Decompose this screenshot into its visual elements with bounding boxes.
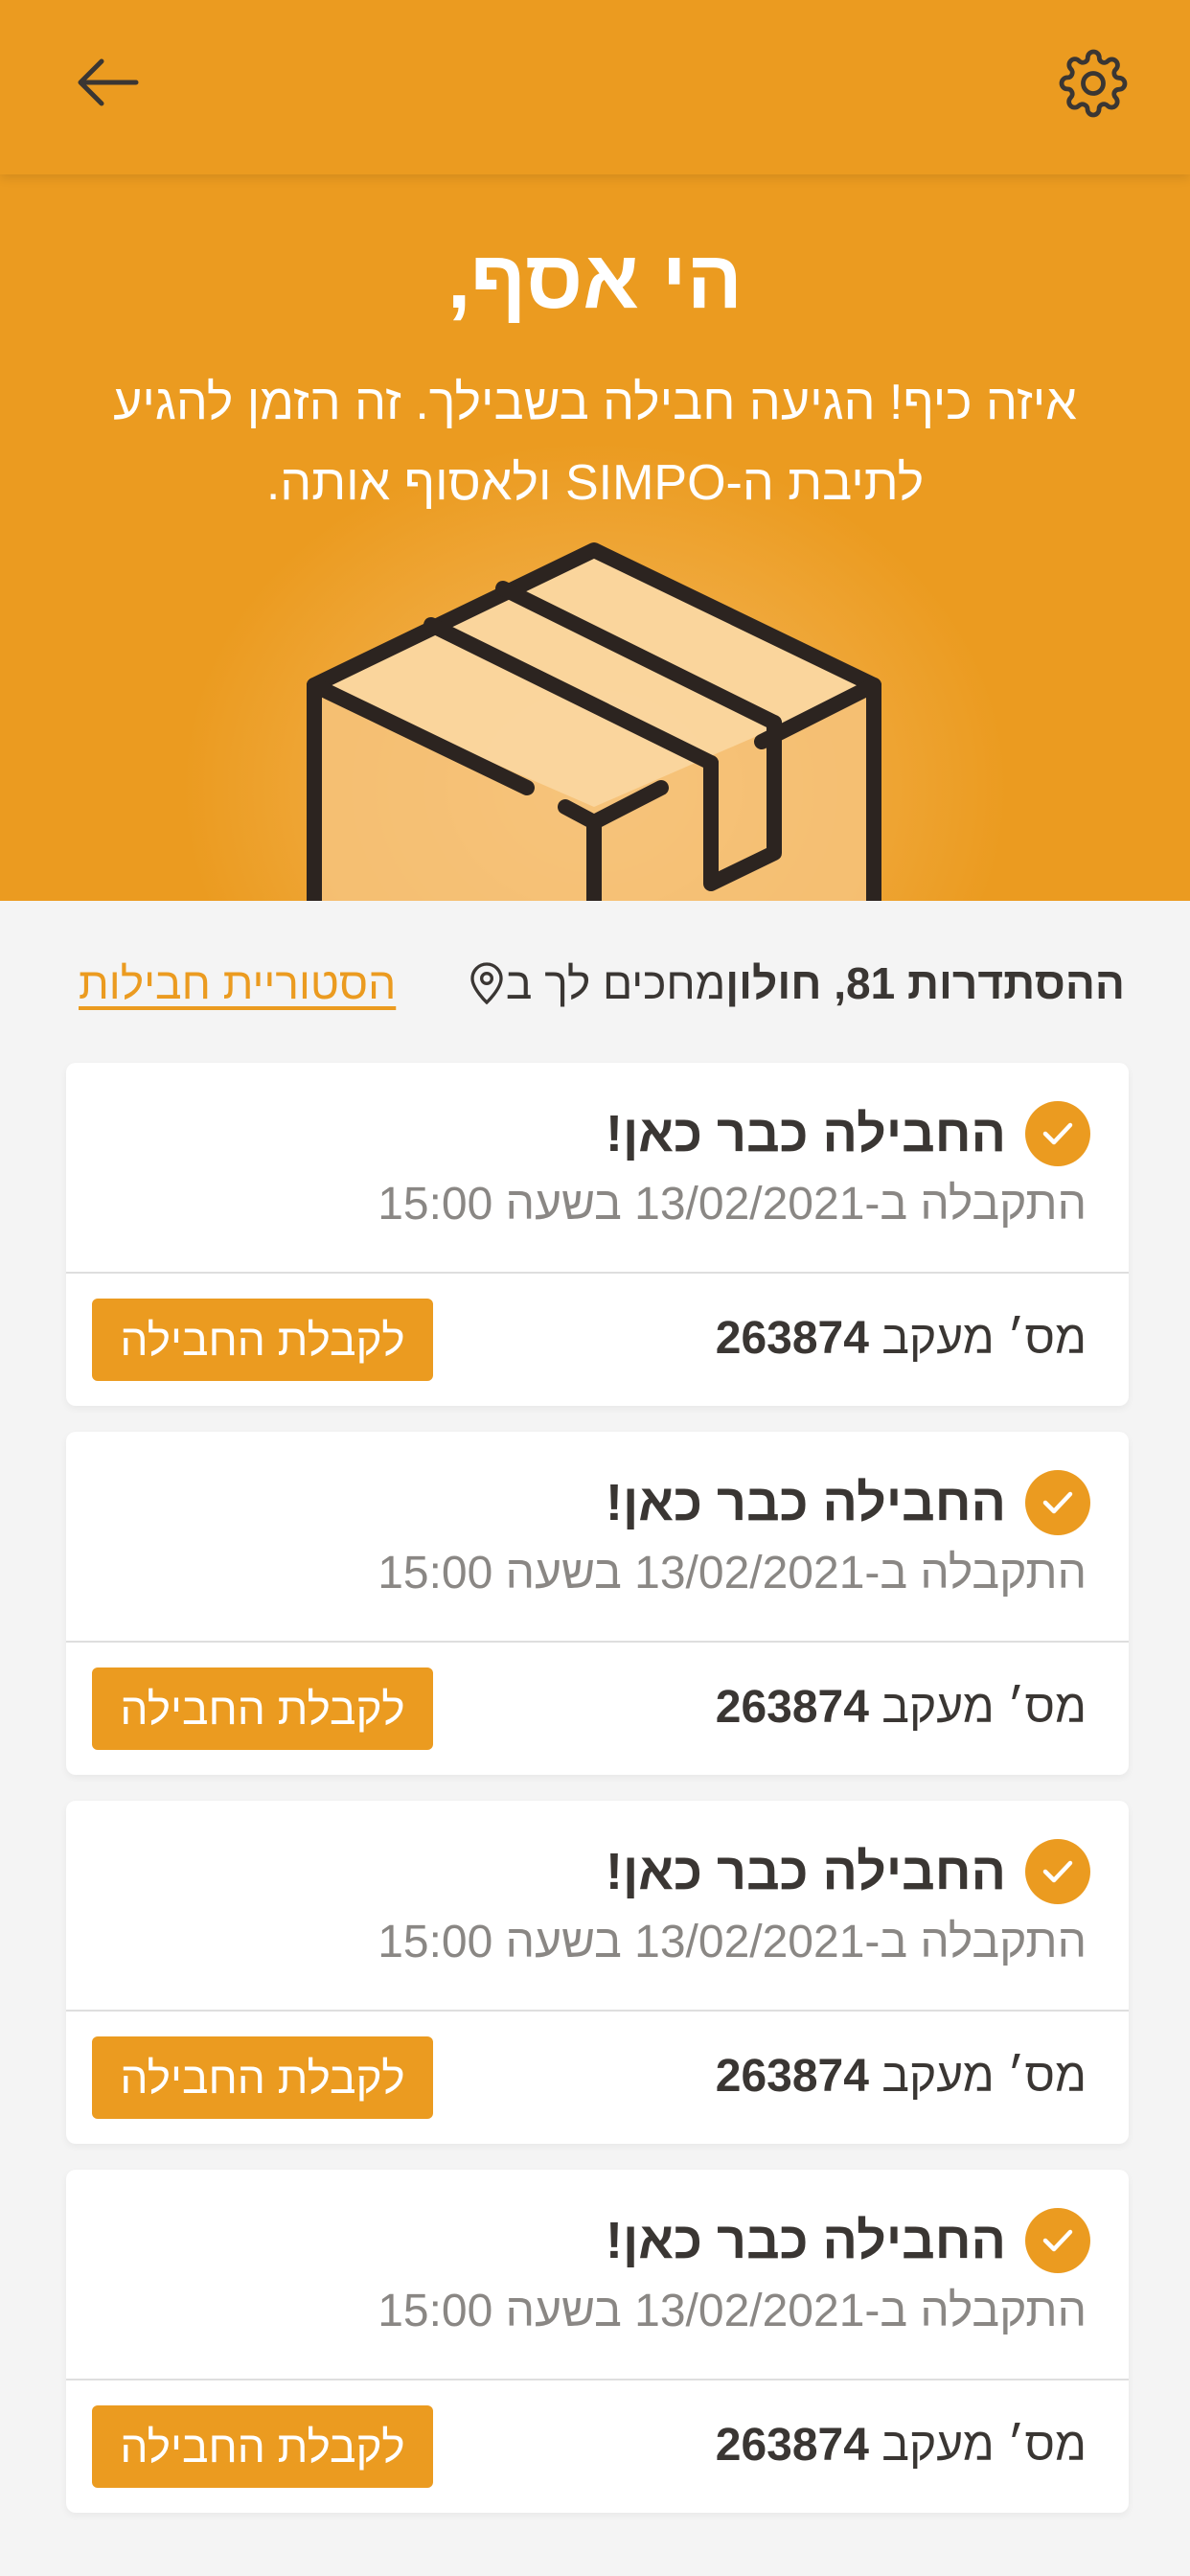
pickup-location: מחכים לך ב ההסתדרות 81, חולון bbox=[456, 949, 1125, 1018]
check-icon bbox=[1025, 2208, 1090, 2273]
tracking-value: 263874 bbox=[715, 1682, 869, 1733]
tracking-number: מס׳ מעקב 263874 bbox=[716, 1673, 1087, 1742]
location-pin-icon bbox=[468, 960, 506, 1006]
tracking-value: 263874 bbox=[715, 2420, 869, 2471]
location-row: מחכים לך ב ההסתדרות 81, חולון הסטוריית חב… bbox=[0, 949, 1190, 1018]
hero-banner: הי אסף, איזה כיף! הגיעה חבילה בשבילך. זה… bbox=[0, 174, 1190, 901]
package-box-icon bbox=[307, 542, 881, 901]
location-prefix: מחכים לך ב bbox=[505, 958, 726, 1008]
tracking-value: 263874 bbox=[715, 1313, 869, 1364]
tracking-number: מס׳ מעקב 263874 bbox=[716, 1304, 1087, 1373]
tracking-label: מס׳ מעקב bbox=[881, 1682, 1087, 1733]
package-card: החבילה כבר כאן! התקבלה ב-13/02/2021 בשעה… bbox=[66, 1801, 1129, 2144]
gear-icon bbox=[1059, 49, 1128, 118]
divider bbox=[66, 1641, 1129, 1643]
check-icon bbox=[1025, 1470, 1090, 1535]
divider bbox=[66, 2010, 1129, 2012]
package-status-title: החבילה כבר כאן! bbox=[606, 2212, 1006, 2269]
back-button[interactable] bbox=[63, 44, 149, 121]
pickup-package-button[interactable]: לקבלת החבילה bbox=[92, 2036, 433, 2119]
tracking-label: מס׳ מעקב bbox=[881, 2420, 1087, 2471]
package-received-date: התקבלה ב-13/02/2021 בשעה 15:00 bbox=[378, 1917, 1087, 1967]
divider bbox=[66, 1272, 1129, 1274]
package-history-link[interactable]: הסטוריית חבילות bbox=[79, 949, 396, 1018]
tracking-label: מס׳ מעקב bbox=[881, 2051, 1087, 2102]
tracking-number: מס׳ מעקב 263874 bbox=[716, 2411, 1087, 2480]
top-app-bar bbox=[0, 0, 1190, 174]
package-card: החבילה כבר כאן! התקבלה ב-13/02/2021 בשעה… bbox=[66, 1432, 1129, 1775]
package-received-date: התקבלה ב-13/02/2021 בשעה 15:00 bbox=[378, 1179, 1087, 1230]
pickup-package-button[interactable]: לקבלת החבילה bbox=[92, 1299, 433, 1381]
arrow-left-icon bbox=[78, 58, 139, 106]
tracking-number: מס׳ מעקב 263874 bbox=[716, 2042, 1087, 2111]
check-icon bbox=[1025, 1101, 1090, 1166]
settings-button[interactable] bbox=[1050, 40, 1136, 126]
check-icon bbox=[1025, 1839, 1090, 1904]
pickup-package-button[interactable]: לקבלת החבילה bbox=[92, 1668, 433, 1750]
tracking-label: מס׳ מעקב bbox=[881, 1313, 1087, 1364]
package-status-title: החבילה כבר כאן! bbox=[606, 1843, 1006, 1900]
package-status-title: החבילה כבר כאן! bbox=[606, 1105, 1006, 1162]
package-card: החבילה כבר כאן! התקבלה ב-13/02/2021 בשעה… bbox=[66, 1063, 1129, 1406]
location-address: ההסתדרות 81, חולון bbox=[725, 958, 1125, 1008]
pickup-package-button[interactable]: לקבלת החבילה bbox=[92, 2405, 433, 2488]
package-status-title: החבילה כבר כאן! bbox=[606, 1474, 1006, 1531]
package-received-date: התקבלה ב-13/02/2021 בשעה 15:00 bbox=[378, 1548, 1087, 1598]
tracking-value: 263874 bbox=[715, 2051, 869, 2102]
package-received-date: התקבלה ב-13/02/2021 בשעה 15:00 bbox=[378, 2286, 1087, 2336]
divider bbox=[66, 2379, 1129, 2380]
package-card: החבילה כבר כאן! התקבלה ב-13/02/2021 בשעה… bbox=[66, 2170, 1129, 2513]
